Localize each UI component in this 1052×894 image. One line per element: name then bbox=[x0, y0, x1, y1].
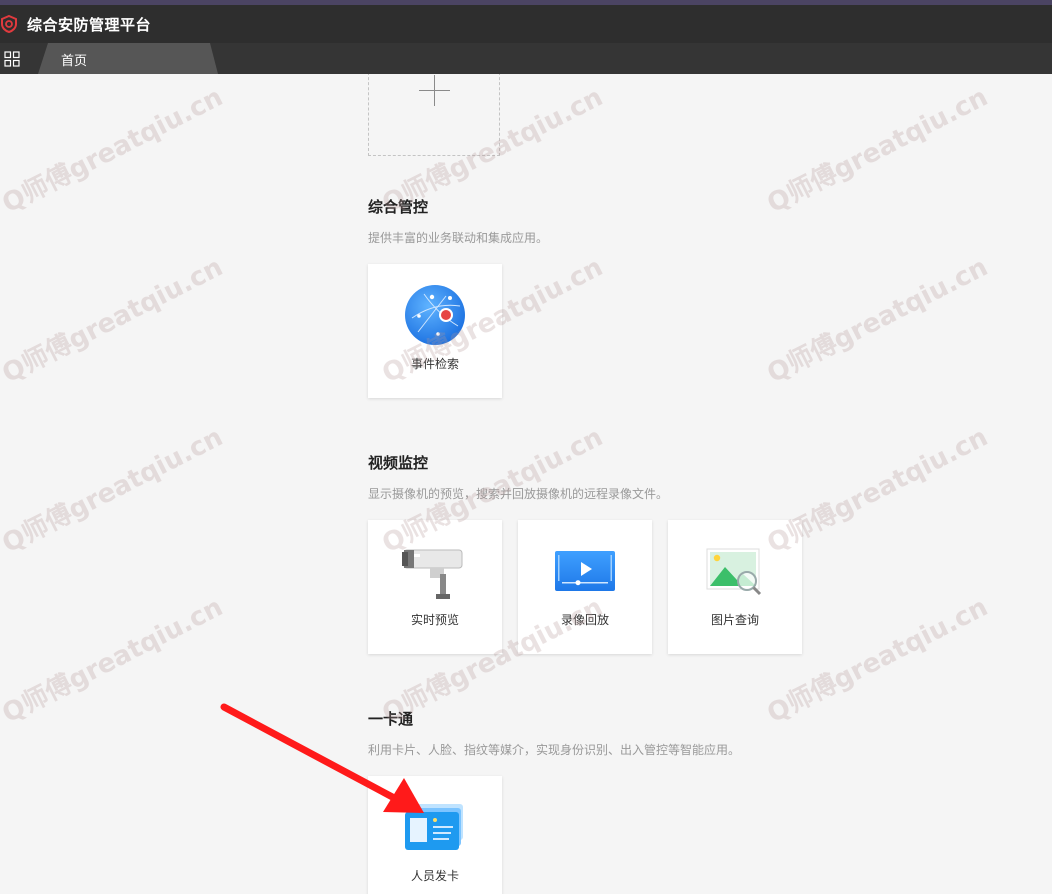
add-app-button[interactable] bbox=[368, 74, 500, 156]
section-desc-one-card: 利用卡片、人脸、指纹等媒介，实现身份识别、出入管控等智能应用。 bbox=[368, 743, 741, 757]
id-card-icon bbox=[368, 796, 502, 858]
home-content: 综合管控 提供丰富的业务联动和集成应用。 事件检索 视频监控 显示摄像机的预览，… bbox=[0, 74, 1052, 894]
app-card-event-search[interactable]: 事件检索 bbox=[368, 264, 502, 398]
section-title-integrated-control: 综合管控 bbox=[368, 198, 429, 216]
app-card-label: 录像回放 bbox=[560, 613, 609, 627]
app-grid-icon[interactable] bbox=[4, 51, 20, 67]
camera-icon bbox=[368, 540, 502, 602]
tab-home[interactable]: 首页 bbox=[38, 43, 218, 74]
app-card-label: 人员发卡 bbox=[410, 869, 459, 883]
image-search-icon bbox=[668, 540, 802, 602]
globe-network-icon bbox=[368, 284, 502, 346]
app-card-image-search[interactable]: 图片查询 bbox=[668, 520, 802, 654]
section-desc-integrated-control: 提供丰富的业务联动和集成应用。 bbox=[368, 231, 549, 245]
app-card-label: 事件检索 bbox=[410, 357, 459, 371]
shield-logo-icon bbox=[0, 15, 17, 33]
plus-icon-v bbox=[434, 75, 435, 106]
title-bar: 综合安防管理平台 bbox=[0, 5, 1052, 43]
video-playback-icon bbox=[518, 540, 652, 602]
section-title-video-surveillance: 视频监控 bbox=[368, 454, 429, 472]
app-title: 综合安防管理平台 bbox=[27, 15, 152, 34]
app-card-label: 实时预览 bbox=[410, 613, 459, 627]
tab-bar: 首页 bbox=[0, 43, 1052, 74]
section-desc-video-surveillance: 显示摄像机的预览，搜索并回放摄像机的远程录像文件。 bbox=[368, 487, 669, 501]
app-card-video-playback[interactable]: 录像回放 bbox=[518, 520, 652, 654]
app-card-label: 图片查询 bbox=[710, 613, 759, 627]
section-title-one-card: 一卡通 bbox=[368, 710, 414, 728]
app-card-live-preview[interactable]: 实时预览 bbox=[368, 520, 502, 654]
tab-home-label: 首页 bbox=[61, 54, 88, 69]
app-card-personnel-card-issue[interactable]: 人员发卡 bbox=[368, 776, 502, 894]
